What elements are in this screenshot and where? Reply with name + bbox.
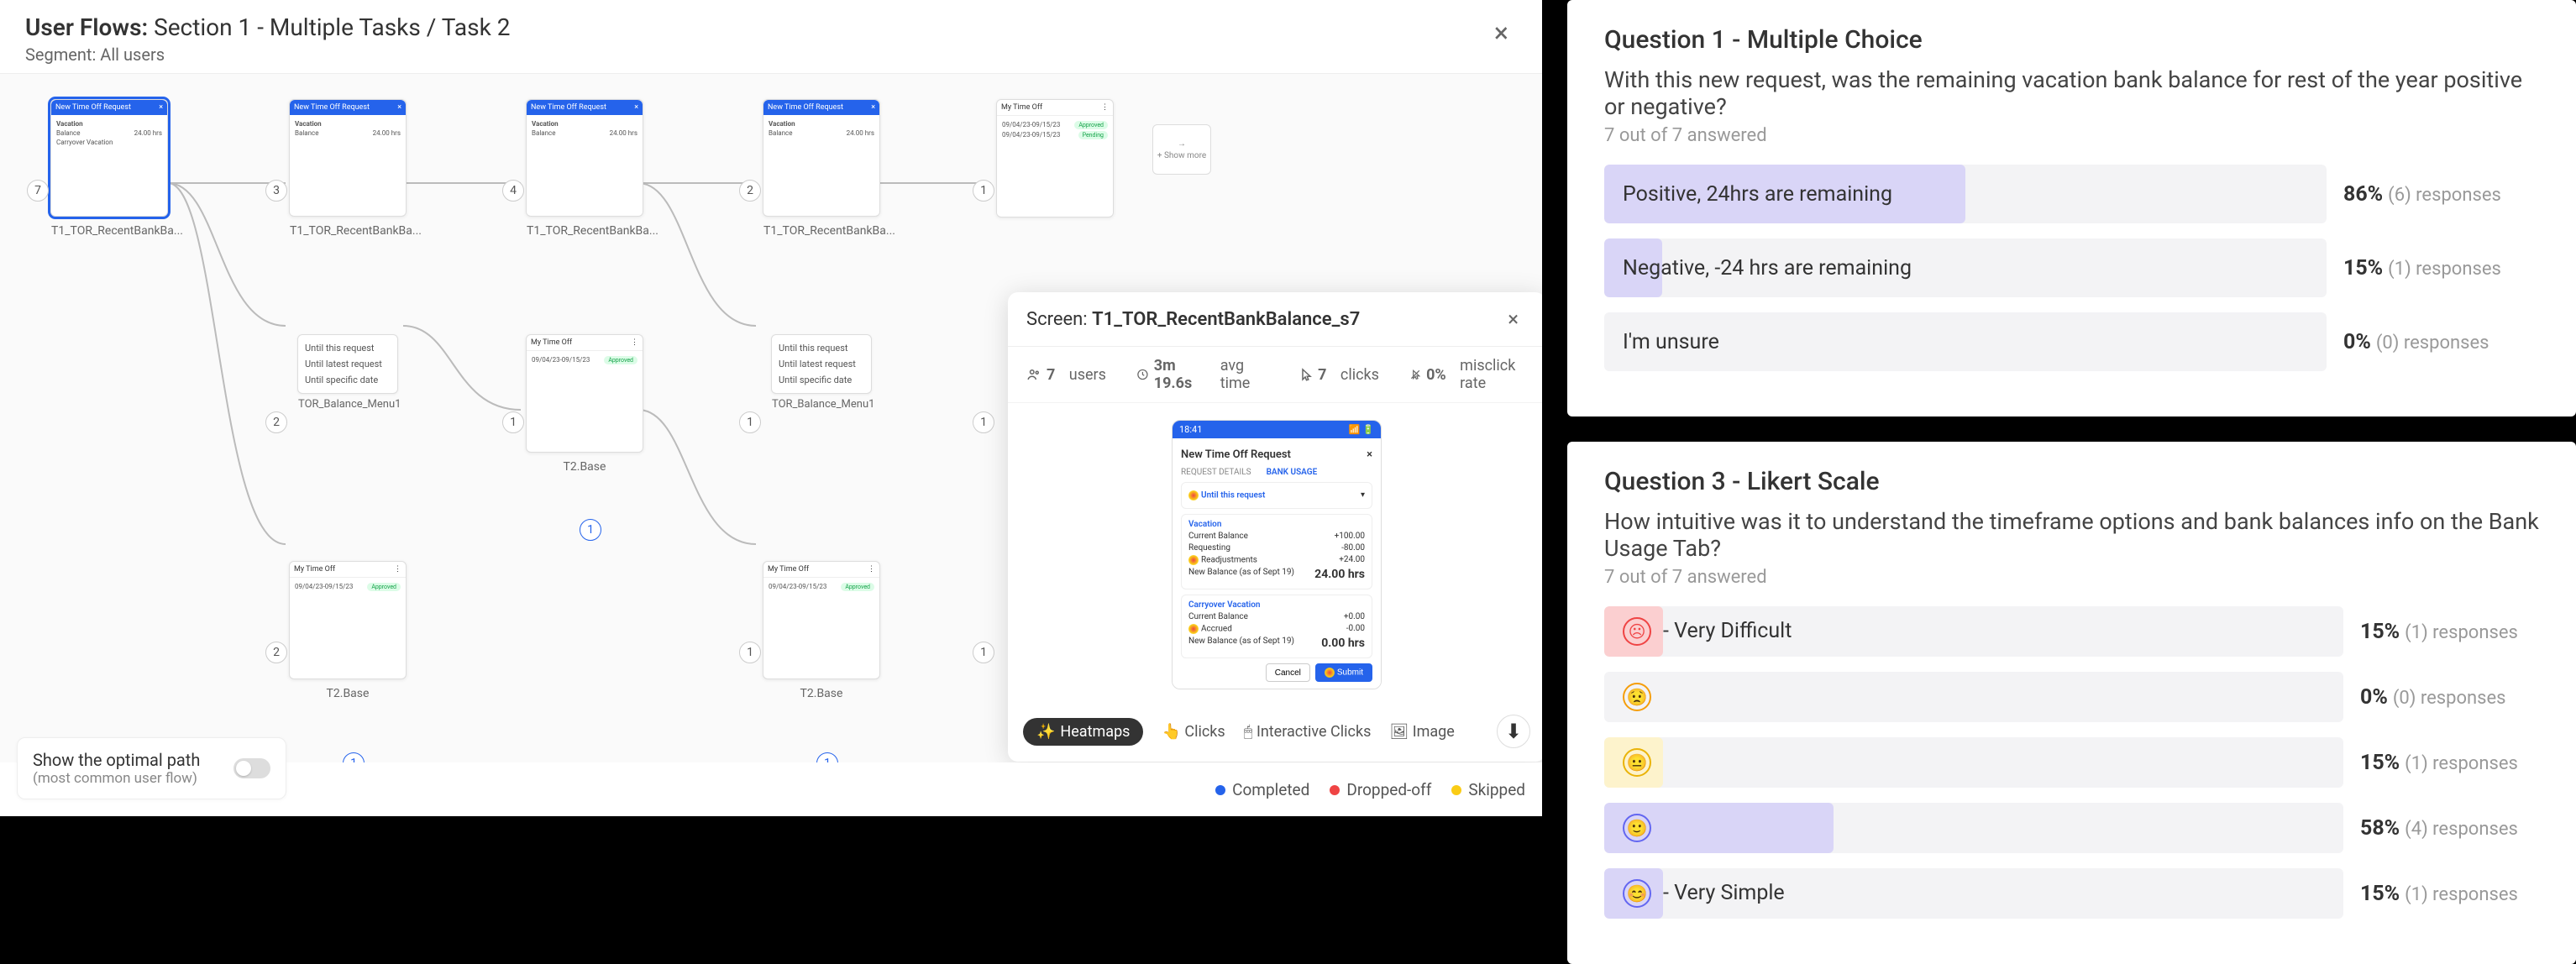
cancel-button[interactable]: Cancel bbox=[1266, 663, 1310, 682]
flow-node[interactable]: My Time Off⋮ 09/04/23-09/15/23Approved T… bbox=[763, 561, 880, 679]
option-bar: Positive, 24hrs are remaining bbox=[1604, 165, 2327, 223]
optimal-path-toggle[interactable]: Show the optimal path(most common user f… bbox=[17, 737, 286, 799]
option-stats: 15%(1) responses bbox=[2343, 256, 2501, 280]
face-icon: 😐 bbox=[1623, 748, 1651, 777]
flow-node[interactable]: New Time Off Request× VacationBalance24.… bbox=[526, 99, 643, 217]
toggle-switch[interactable] bbox=[233, 758, 270, 778]
count-badge: 1 bbox=[973, 411, 994, 433]
option-bar: 😐 bbox=[1604, 737, 2343, 788]
answered-count: 7 out of 7 answered bbox=[1604, 567, 2539, 588]
option-stats: 15%(1) responses bbox=[2360, 882, 2518, 906]
option-row: I'm unsure 0%(0) responses bbox=[1604, 312, 2539, 371]
flow-node[interactable]: New Time Off Request× VacationBalance24.… bbox=[763, 99, 880, 217]
flow-menu-node[interactable]: Until this requestUntil latest requestUn… bbox=[771, 334, 872, 394]
question-card-1: Question 1 - Multiple Choice With this n… bbox=[1567, 0, 2576, 417]
count-badge: 1 bbox=[739, 642, 761, 663]
count-badge: 2 bbox=[739, 180, 761, 202]
user-flows-panel: User Flows: Section 1 - Multiple Tasks /… bbox=[0, 0, 1542, 816]
option-stats: 15%(1) responses bbox=[2360, 620, 2518, 644]
option-bar: Negative, -24 hrs are remaining bbox=[1604, 238, 2327, 297]
detail-title: Screen: T1_TOR_RecentBankBalance_s7 bbox=[1026, 309, 1360, 330]
show-more-button[interactable]: →+ Show more bbox=[1152, 124, 1211, 175]
flow-canvas[interactable]: New Time Off Request× VacationBalance24.… bbox=[0, 74, 1542, 762]
option-stats: 0%(0) responses bbox=[2343, 330, 2489, 354]
count-badge: 2 bbox=[265, 642, 287, 663]
flow-node[interactable]: New Time Off Request× VacationBalance24.… bbox=[50, 99, 168, 217]
count-badge: 1 bbox=[973, 180, 994, 202]
misclick-stat: 0% misclick rate bbox=[1409, 357, 1527, 392]
question-title: Question 1 - Multiple Choice bbox=[1604, 25, 2539, 55]
count-badge: 1 bbox=[973, 642, 994, 663]
detail-stats: 7 users 3m 19.6s avg time 7 clicks 0% mi… bbox=[1008, 347, 1542, 403]
option-stats: 86%(6) responses bbox=[2343, 182, 2501, 207]
segment-row: Segment: All users bbox=[25, 45, 510, 65]
count-badge: 1 bbox=[580, 519, 601, 541]
close-icon: × bbox=[1367, 448, 1372, 461]
option-bar: I'm unsure bbox=[1604, 312, 2327, 371]
likert-row: 😟 0%(0) responses bbox=[1604, 672, 2539, 722]
users-stat: 7 users bbox=[1026, 357, 1106, 392]
footer: Show the optimal path(most common user f… bbox=[17, 737, 1525, 799]
count-badge: 2 bbox=[265, 411, 287, 433]
close-icon[interactable]: × bbox=[1499, 304, 1527, 334]
option-row: Negative, -24 hrs are remaining 15%(1) re… bbox=[1604, 238, 2539, 297]
face-icon: 🙂 bbox=[1623, 814, 1651, 842]
option-row: Positive, 24hrs are remaining 86%(6) resp… bbox=[1604, 165, 2539, 223]
option-bar: 😊- Very Simple bbox=[1604, 868, 2343, 919]
face-icon: 😟 bbox=[1623, 683, 1651, 711]
option-bar: 😟 bbox=[1604, 672, 2343, 722]
likert-row: ☹- Very Difficult 15%(1) responses bbox=[1604, 606, 2539, 657]
face-icon: 😊 bbox=[1623, 879, 1651, 908]
option-bar: ☹- Very Difficult bbox=[1604, 606, 2343, 657]
submit-button[interactable]: Submit bbox=[1315, 663, 1372, 682]
flow-node[interactable]: New Time Off Request× VacationBalance24.… bbox=[289, 99, 407, 217]
question-text: With this new request, was the remaining… bbox=[1604, 66, 2539, 120]
count-badge: 1 bbox=[502, 411, 524, 433]
option-stats: 58%(4) responses bbox=[2360, 816, 2518, 841]
answered-count: 7 out of 7 answered bbox=[1604, 125, 2539, 146]
close-icon[interactable]: × bbox=[1486, 13, 1517, 52]
time-stat: 3m 19.6s avg time bbox=[1136, 357, 1267, 392]
flow-node[interactable]: My Time Off⋮ 09/04/23-09/15/23Approved09… bbox=[996, 99, 1114, 217]
clicks-stat: 7 clicks bbox=[1298, 357, 1379, 392]
option-stats: 0%(0) responses bbox=[2360, 685, 2506, 710]
question-card-3: Question 3 - Likert Scale How intuitive … bbox=[1567, 442, 2576, 964]
count-badge: 1 bbox=[739, 411, 761, 433]
flow-node[interactable]: My Time Off⋮ 09/04/23-09/15/23Approved T… bbox=[526, 334, 643, 453]
header: User Flows: Section 1 - Multiple Tasks /… bbox=[0, 0, 1542, 74]
likert-row: 😐 15%(1) responses bbox=[1604, 737, 2539, 788]
question-text: How intuitive was it to understand the t… bbox=[1604, 508, 2539, 562]
count-badge: 7 bbox=[27, 180, 49, 202]
flow-node[interactable]: My Time Off⋮ 09/04/23-09/15/23Approved T… bbox=[289, 561, 407, 679]
page-title: User Flows: Section 1 - Multiple Tasks /… bbox=[25, 13, 510, 41]
results-panel: Question 1 - Multiple Choice With this n… bbox=[1542, 0, 2576, 816]
count-badge: 4 bbox=[502, 180, 524, 202]
count-badge: 3 bbox=[265, 180, 287, 202]
likert-row: 😊- Very Simple 15%(1) responses bbox=[1604, 868, 2539, 919]
screen-detail-panel: Screen: T1_TOR_RecentBankBalance_s7 × 7 … bbox=[1008, 292, 1542, 762]
face-icon: ☹ bbox=[1623, 617, 1651, 646]
screen-preview: 18:41📶 🔋 New Time Off Request× REQUEST D… bbox=[1172, 420, 1382, 689]
option-stats: 15%(1) responses bbox=[2360, 751, 2518, 775]
option-bar: 🙂 bbox=[1604, 803, 2343, 853]
question-title: Question 3 - Likert Scale bbox=[1604, 467, 2539, 496]
legend: Completed Dropped-off Skipped bbox=[1215, 780, 1525, 799]
flow-menu-node[interactable]: Until this requestUntil latest requestUn… bbox=[297, 334, 398, 394]
likert-row: 🙂 58%(4) responses bbox=[1604, 803, 2539, 853]
